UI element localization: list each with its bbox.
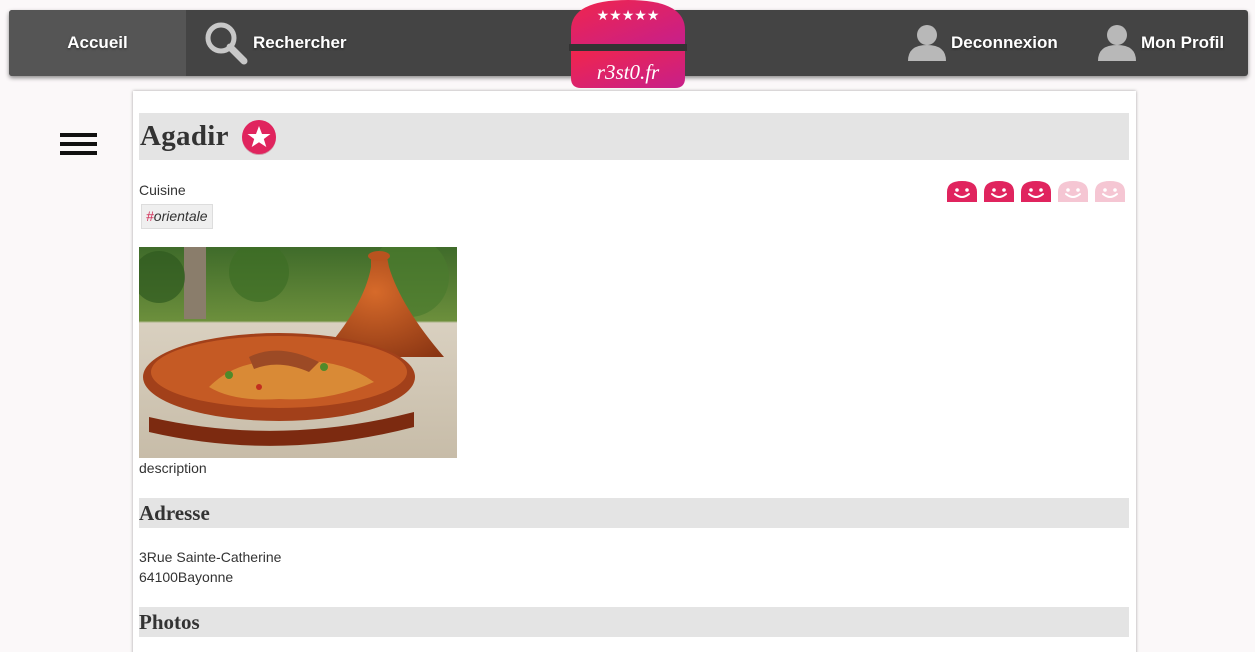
restaurant-photo <box>139 247 457 458</box>
restaurant-name: Agadir <box>140 120 229 152</box>
hamburger-line <box>60 133 97 137</box>
address-section-header: Adresse <box>139 498 1129 528</box>
hamburger-line <box>60 151 97 155</box>
photos-section-header: Photos <box>139 607 1129 637</box>
cuisine-label: Cuisine <box>139 182 186 198</box>
title-bar: Agadir <box>139 113 1129 160</box>
smiley-icon <box>1095 181 1125 202</box>
nav-logout[interactable]: Deconnexion <box>906 10 1058 76</box>
nav-home[interactable]: Accueil <box>9 10 186 76</box>
search-icon <box>205 22 248 65</box>
smiley-icon <box>984 181 1014 202</box>
address-city: 64100Bayonne <box>139 569 234 585</box>
tag-hash: # <box>146 208 154 224</box>
nav-search[interactable]: Rechercher <box>202 10 347 76</box>
photos-heading: Photos <box>139 609 200 634</box>
address-street: 3Rue Sainte-Catherine <box>139 549 282 565</box>
user-icon <box>1098 25 1136 61</box>
hamburger-line <box>60 142 97 146</box>
description: description <box>139 460 207 476</box>
smiley-icon <box>1058 181 1088 202</box>
smiley-icon <box>947 181 977 202</box>
cuisine-tag[interactable]: #orientale <box>141 204 213 229</box>
logo-stars: ★★★★★ <box>597 8 660 24</box>
star-icon[interactable] <box>240 118 278 156</box>
site-logo[interactable]: ★★★★★ r3st0.fr <box>569 0 687 88</box>
nav-logout-label: Deconnexion <box>951 33 1058 52</box>
smiley-icon <box>1021 181 1051 202</box>
nav-search-label: Rechercher <box>253 33 347 52</box>
rating-smileys <box>946 180 1131 204</box>
nav-home-label: Accueil <box>67 33 128 52</box>
logo-text: r3st0.fr <box>597 60 660 84</box>
restaurant-card: Agadir Cuisine #orientale description Ad… <box>133 91 1136 652</box>
nav-profile-label: Mon Profil <box>1141 33 1225 52</box>
tag-text: orientale <box>153 208 208 224</box>
nav-profile[interactable]: Mon Profil <box>1096 10 1224 76</box>
hamburger-icon[interactable] <box>60 133 97 155</box>
address-heading: Adresse <box>139 500 210 525</box>
user-icon <box>908 25 946 61</box>
